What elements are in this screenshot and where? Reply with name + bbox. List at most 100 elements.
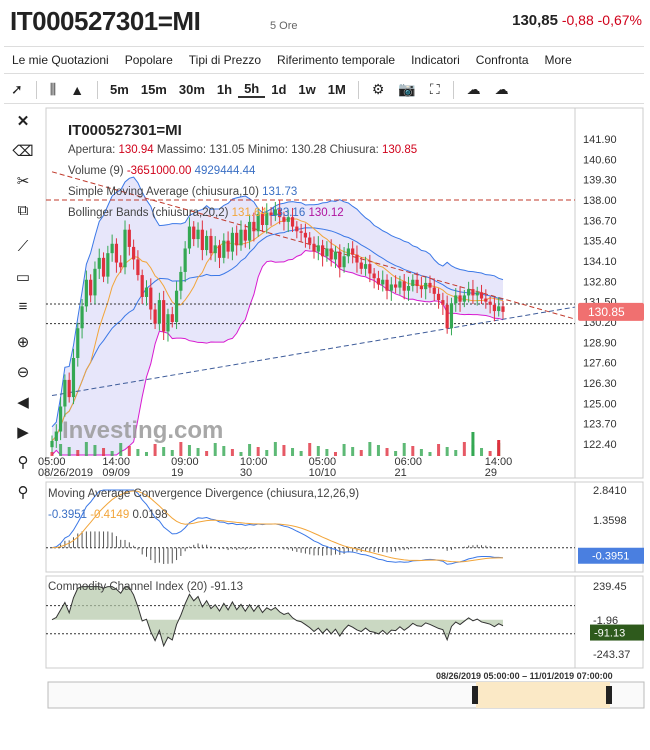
macd-tick-label: 1.3598 <box>593 515 627 527</box>
candle <box>308 237 312 244</box>
volume-bar <box>93 445 97 456</box>
candle <box>50 440 54 448</box>
candle <box>174 290 179 323</box>
volume-bar <box>153 444 157 456</box>
price-tick-label: 128.90 <box>583 337 617 349</box>
bb-label: Bollinger Bands (chiusura,20,2) <box>68 207 229 219</box>
volume-bar <box>144 452 148 456</box>
volume-value-a: -3651000.00 <box>126 165 192 177</box>
navigator-left-handle[interactable] <box>472 686 478 704</box>
candle <box>84 279 88 307</box>
cci-label: Commodity Channel Index (20) <box>48 581 208 593</box>
chiusura-label: Chiusura: <box>329 144 379 156</box>
candle <box>63 379 67 407</box>
candle <box>140 275 144 297</box>
chiusura-value: 130.85 <box>381 144 418 156</box>
volume-bar <box>119 443 123 456</box>
volume-value-b: 4929444.44 <box>194 165 256 177</box>
candle <box>449 303 454 329</box>
candle <box>321 245 325 257</box>
cci-tick-label: 239.45 <box>593 581 627 593</box>
candle <box>432 287 436 294</box>
candle <box>162 300 166 332</box>
date-tick-label: 10/10 <box>309 467 337 479</box>
candle <box>445 304 449 329</box>
volume-bar <box>256 447 260 456</box>
candle <box>497 306 501 312</box>
legend-symbol: IT000527301=MI <box>68 122 182 139</box>
volume-bar <box>239 452 243 456</box>
sma-label: Simple Moving Average (chiusura,10) <box>68 186 259 198</box>
legend-sma: Simple Moving Average (chiusura,10) 131.… <box>68 186 297 198</box>
volume-bar <box>325 449 329 456</box>
candle <box>458 295 462 302</box>
last-price-tag-label: 130.85 <box>588 305 625 319</box>
legend-volume: Volume (9) -3651000.00 4929444.44 <box>68 165 255 177</box>
volume-bar <box>385 448 389 456</box>
bb-up-value: 133.16 <box>270 207 306 219</box>
navigator-right-handle[interactable] <box>606 686 612 704</box>
date-tick-label: 30 <box>240 467 252 479</box>
volume-bar <box>213 443 217 456</box>
volume-bar <box>136 449 140 456</box>
volume-bar <box>291 448 295 456</box>
candle <box>205 235 209 251</box>
candle <box>295 226 299 232</box>
volume-bar <box>205 451 209 456</box>
candle <box>226 240 230 252</box>
volume-bar <box>376 445 380 456</box>
price-tick-label: 140.60 <box>583 154 617 166</box>
volume-bar <box>110 451 114 456</box>
price-tick-label: 123.70 <box>583 419 617 431</box>
massimo-label: Massimo: <box>156 144 207 156</box>
price-tick-label: 135.40 <box>583 236 617 248</box>
candle <box>230 232 234 252</box>
volume-bar <box>428 452 432 456</box>
investing-logo: Investing.com <box>62 417 223 444</box>
candle <box>355 254 359 263</box>
candle <box>376 278 381 285</box>
candle <box>441 300 445 305</box>
candle <box>389 284 393 291</box>
candle <box>153 309 157 324</box>
candle <box>342 256 346 268</box>
candle <box>80 306 84 329</box>
candle <box>239 229 243 246</box>
sma-value: 131.73 <box>262 186 298 198</box>
bb-low-value: 130.12 <box>308 207 344 219</box>
candle <box>101 257 106 277</box>
legend-ohlc: Apertura: 130.94 Massimo: 131.05 Minimo:… <box>68 144 417 156</box>
volume-bar <box>462 442 466 456</box>
macd-tag-label: -0.3951 <box>592 551 629 563</box>
candle <box>436 293 441 301</box>
candle <box>217 245 222 258</box>
volume-bar <box>196 448 200 456</box>
candle <box>127 229 131 247</box>
candle <box>415 279 419 287</box>
candle <box>252 221 256 232</box>
candle <box>222 240 226 258</box>
date-tick-label: 09/09 <box>102 467 130 479</box>
candle <box>411 279 415 287</box>
price-tick-label: 125.00 <box>583 398 617 410</box>
volume-bar <box>497 440 501 456</box>
candle <box>76 328 80 358</box>
volume-bar <box>50 452 54 456</box>
candle <box>213 245 217 254</box>
volume-bar <box>67 447 71 456</box>
volume-bar <box>222 446 226 456</box>
macd-value-b: -0.4149 <box>90 509 130 521</box>
candle <box>119 262 123 268</box>
candle <box>394 284 398 288</box>
candle <box>179 271 183 291</box>
candle <box>398 281 402 288</box>
chart-area[interactable]: 141.90 140.60 139.30 138.00 136.70 135.40 134.… <box>0 0 650 750</box>
price-tick-label: 122.40 <box>583 439 617 451</box>
volume-bar <box>342 444 346 456</box>
volume-bar <box>299 451 303 456</box>
volume-bar <box>394 451 398 456</box>
volume-bar <box>488 451 492 456</box>
volume-bar <box>187 445 191 456</box>
navigator-selection[interactable] <box>476 682 610 708</box>
minimo-value: 130.28 <box>291 144 327 156</box>
